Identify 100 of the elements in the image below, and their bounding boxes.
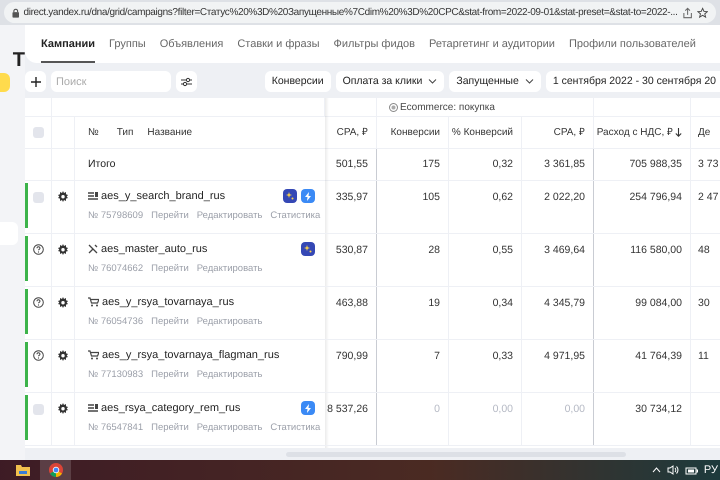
campaign-name[interactable]: aes_y_rsya_tovarnaya_flagman_rus: [102, 347, 280, 364]
column-header[interactable]: Де: [698, 125, 710, 140]
tab[interactable]: Ретаргетинг и аудитории: [429, 29, 555, 63]
campaign-name[interactable]: aes_y_search_brand_rus: [101, 188, 226, 204]
table-cell-text: 99 084,00: [635, 296, 682, 311]
table-cell-text: 0,62: [492, 190, 513, 205]
table-cell-text: 175: [422, 156, 440, 172]
column-header[interactable]: % Конверсий: [452, 125, 513, 140]
table-cell-text: 3 469,64: [544, 243, 585, 258]
table-cell-text: 7: [434, 349, 440, 364]
share-icon[interactable]: [682, 6, 693, 18]
row-checkbox[interactable]: [32, 192, 44, 203]
table-cell-text: 30: [698, 296, 710, 311]
campaign-number: № 76074662: [88, 262, 144, 276]
date-range-picker[interactable]: 1 сентября 2022 - 30 сентября 20: [546, 71, 720, 92]
table-cell-text: 463,88: [336, 296, 368, 311]
tools-icon: [88, 244, 98, 254]
table-cell-text: 0,32: [492, 156, 513, 172]
column-group-header: Ecommerce: покупка: [400, 100, 495, 114]
table-cell-text: 530,87: [336, 243, 368, 258]
folder-icon[interactable]: [16, 464, 30, 476]
lock-icon: [12, 8, 20, 18]
table-cell-text: 335,97: [336, 190, 368, 205]
table-cell-text: 2 022,20: [544, 190, 585, 205]
status-indicator: [25, 236, 28, 281]
column-header[interactable]: Расход с НДС, ₽: [596, 125, 682, 140]
table-cell-text: 0,34: [492, 296, 513, 311]
browser-taskbar-button[interactable]: [40, 460, 71, 480]
star-icon[interactable]: [696, 6, 708, 18]
logo-text: Т: [12, 50, 25, 70]
table-cell-text: 3 361,85: [544, 156, 585, 172]
tab[interactable]: Фильтры фидов: [334, 29, 415, 63]
settings-icon[interactable]: [57, 350, 69, 362]
sparkle-icon: [304, 245, 312, 253]
filter-dropdown[interactable]: Запущенные: [449, 71, 541, 92]
campaign-number: № 75798609: [88, 208, 144, 222]
filter-dropdown[interactable]: Оплата за клики: [336, 71, 444, 92]
help-icon[interactable]: [32, 350, 44, 361]
status-indicator: [25, 342, 28, 387]
settings-icon[interactable]: [57, 297, 69, 309]
table-cell-text: 41 764,39: [635, 349, 682, 364]
sort-down-icon: [675, 128, 682, 137]
column-header[interactable]: CPA, ₽: [336, 125, 368, 140]
column-header[interactable]: Название: [147, 125, 192, 140]
settings-icon[interactable]: [57, 191, 69, 203]
list-icon: [88, 192, 98, 201]
cart-icon: [88, 350, 99, 360]
settings-icon[interactable]: [57, 403, 69, 415]
help-icon[interactable]: [32, 297, 44, 308]
column-header[interactable]: Конверсии: [390, 125, 440, 140]
help-icon[interactable]: [32, 244, 44, 255]
table-cell-text: 254 796,94: [629, 190, 682, 205]
battery-icon[interactable]: [684, 466, 698, 474]
browser-icon: [48, 463, 62, 477]
tab[interactable]: Группы: [109, 29, 146, 63]
column-header[interactable]: CPA, ₽: [554, 125, 585, 140]
caret-up-icon[interactable]: [652, 467, 661, 473]
table-cell-text: 0,00: [564, 402, 585, 417]
table-cell-text: 2 47: [698, 190, 718, 205]
language-indicator[interactable]: РУ: [704, 462, 718, 478]
table-cell-text: 28: [428, 243, 440, 258]
sliders-icon: [181, 76, 192, 86]
table-cell-text: 0,33: [492, 349, 513, 364]
list-icon: [88, 404, 98, 413]
lightning-icon: [305, 192, 311, 200]
table-cell-text: 4 971,95: [544, 349, 585, 364]
smart-strategy-badge[interactable]: [301, 242, 315, 256]
tab[interactable]: Ставки и фразы: [237, 29, 320, 63]
total-label: Итого: [88, 156, 116, 172]
campaign-name[interactable]: aes_rsya_category_rem_rus: [101, 400, 240, 416]
status-indicator: [25, 183, 28, 228]
campaign-name[interactable]: aes_y_rsya_tovarnaya_rus: [102, 294, 234, 310]
target-icon: [389, 102, 398, 112]
filter-settings-button[interactable]: [176, 71, 197, 92]
autotargeting-badge[interactable]: [301, 189, 315, 203]
add-button[interactable]: [25, 71, 46, 92]
column-header[interactable]: №: [88, 125, 99, 140]
settings-icon[interactable]: [57, 244, 69, 256]
table-cell-text: 0: [434, 402, 440, 417]
row-checkbox[interactable]: [32, 404, 44, 415]
campaign-name[interactable]: aes_master_auto_rus: [101, 241, 208, 258]
campaign-number: № 77130983: [88, 368, 144, 382]
select-all-checkbox[interactable]: [32, 127, 44, 138]
tab[interactable]: Профили пользователей: [568, 29, 696, 63]
smart-strategy-badge[interactable]: [283, 189, 297, 203]
filter-dropdown[interactable]: Конверсии: [264, 71, 331, 92]
lightning-icon: [305, 404, 311, 412]
search-field[interactable]: Поиск: [51, 71, 171, 92]
tab[interactable]: Объявления: [160, 29, 224, 63]
tab[interactable]: Кампании: [41, 29, 96, 63]
table-cell-text: 501,55: [336, 156, 368, 172]
speaker-icon[interactable]: [666, 465, 679, 475]
chevron-down-icon: [428, 79, 438, 84]
table-cell-text: 48: [698, 243, 710, 258]
address-bar[interactable]: direct.yandex.ru/dna/grid/campaigns?filter=Статус%20%3D%20Запущенные%7Cdim%20%3D%20CPC&stat-from=2022-09-01&stat-preset=&stat-to=2022-...: [4, 2, 716, 23]
autotargeting-badge[interactable]: [301, 401, 315, 415]
plus-icon: [30, 76, 40, 86]
column-header[interactable]: Тип: [116, 125, 134, 140]
table-cell-text: 0,00: [492, 402, 513, 417]
sparkle-icon: [286, 192, 294, 200]
